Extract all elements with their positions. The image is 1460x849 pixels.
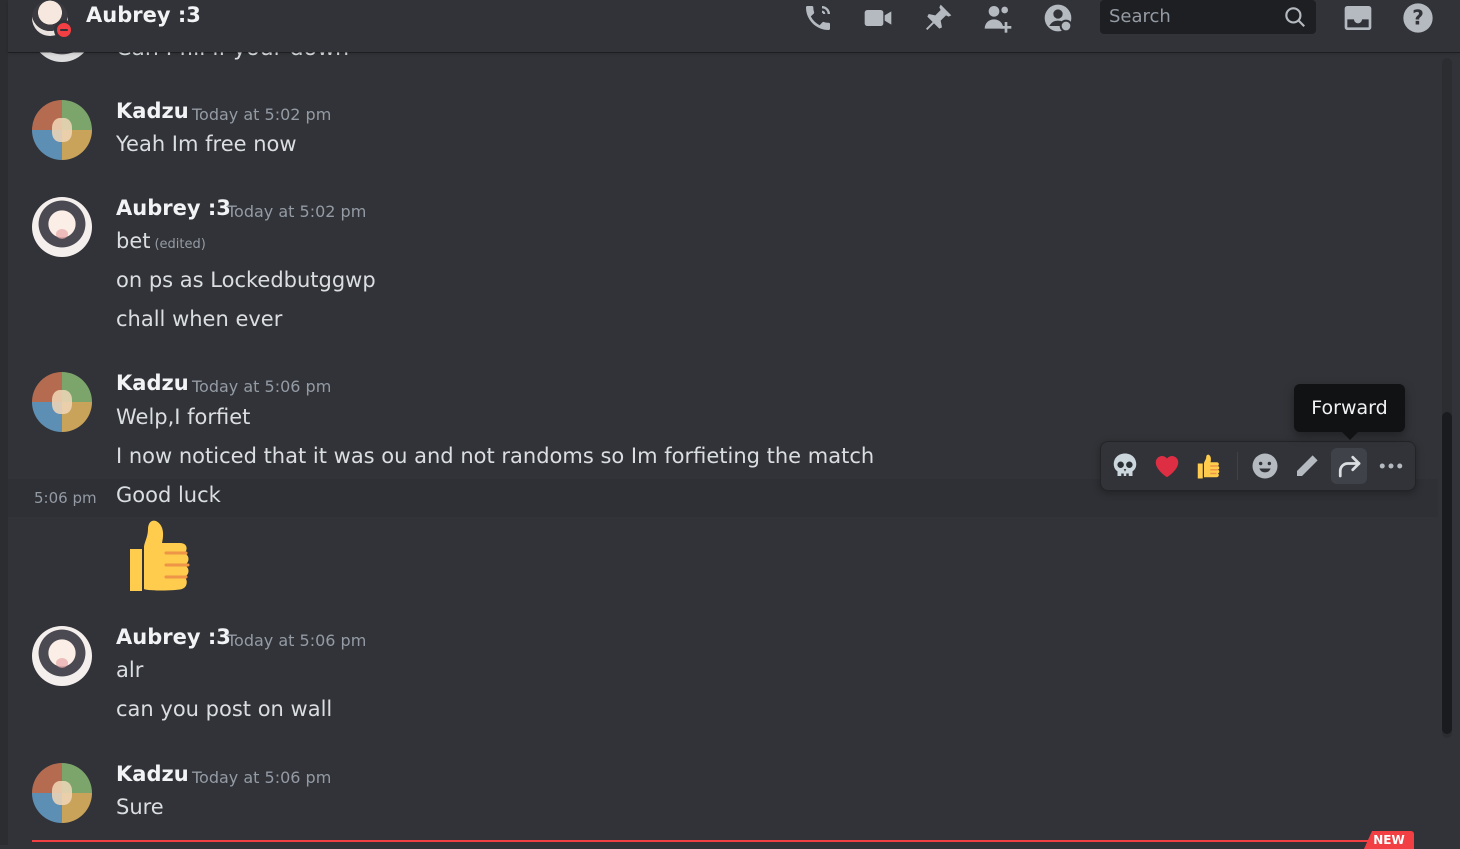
search-input[interactable]: Search	[1100, 0, 1316, 34]
thumbs-up-emoji[interactable]	[1191, 448, 1227, 484]
add-member-icon[interactable]	[980, 0, 1016, 36]
message-text: Welp,I forfiet	[116, 405, 251, 429]
message-text: bet (edited)	[116, 229, 206, 253]
search-placeholder: Search	[1109, 6, 1171, 27]
channel-header: Aubrey :3 Search ?	[8, 0, 1460, 52]
message-text: chall when ever	[116, 307, 283, 331]
message-text: on ps as Lockedbutggwp	[116, 268, 376, 292]
skull-emoji[interactable]	[1107, 448, 1143, 484]
timestamp: Today at 5:06 pm	[227, 631, 367, 650]
search-icon	[1285, 7, 1305, 27]
scrollbar-thumb[interactable]	[1442, 412, 1452, 734]
message-text: Yeah Im free now	[116, 132, 297, 156]
forward-tooltip: Forward	[1294, 384, 1405, 440]
hover-timestamp: 5:06 pm	[34, 489, 97, 507]
timestamp: Today at 5:06 pm	[192, 768, 332, 787]
avatar[interactable]	[32, 372, 92, 432]
inbox-icon[interactable]	[1340, 0, 1376, 36]
message-text: Can I fill if your down	[116, 52, 349, 61]
video-icon[interactable]	[860, 0, 896, 36]
avatar[interactable]	[32, 197, 92, 257]
avatar[interactable]	[32, 52, 92, 62]
left-edge	[0, 0, 8, 845]
timestamp: Today at 5:02 pm	[192, 105, 332, 124]
username[interactable]: Kadzu	[116, 762, 189, 786]
username[interactable]: Aubrey :3	[116, 625, 231, 649]
toolbar-divider	[1237, 452, 1238, 480]
username[interactable]: Kadzu	[116, 99, 189, 123]
thumbs-up-emoji	[130, 520, 190, 591]
more-icon[interactable]	[1373, 448, 1409, 484]
dnd-status-icon	[54, 20, 74, 40]
help-icon[interactable]: ?	[1400, 0, 1436, 36]
channel-title: Aubrey :3	[86, 3, 201, 27]
svg-text:?: ?	[1412, 6, 1424, 30]
user-profile-icon[interactable]	[1040, 0, 1076, 36]
message-text: can you post on wall	[116, 697, 333, 721]
edited-label: (edited)	[154, 237, 206, 252]
pin-icon[interactable]	[920, 0, 956, 36]
edit-icon[interactable]	[1289, 448, 1325, 484]
avatar[interactable]	[32, 626, 92, 686]
new-badge: NEW	[1364, 831, 1414, 849]
username[interactable]: Aubrey :3	[116, 196, 231, 220]
add-reaction-icon[interactable]	[1247, 448, 1283, 484]
new-messages-divider	[32, 840, 1412, 842]
message-text: Good luck	[116, 483, 221, 507]
message-action-toolbar	[1100, 441, 1416, 491]
call-icon[interactable]	[800, 0, 836, 36]
red-heart-emoji[interactable]	[1149, 448, 1185, 484]
message-text: I now noticed that it was ou and not ran…	[116, 444, 875, 468]
message-line: bet	[116, 229, 151, 253]
message-text: Sure	[116, 795, 164, 819]
timestamp: Today at 5:02 pm	[227, 202, 367, 221]
timestamp: Today at 5:06 pm	[192, 377, 332, 396]
avatar[interactable]	[32, 763, 92, 823]
message-text: alr	[116, 658, 144, 682]
avatar[interactable]	[32, 100, 92, 160]
forward-icon[interactable]	[1331, 448, 1367, 484]
username[interactable]: Kadzu	[116, 371, 189, 395]
